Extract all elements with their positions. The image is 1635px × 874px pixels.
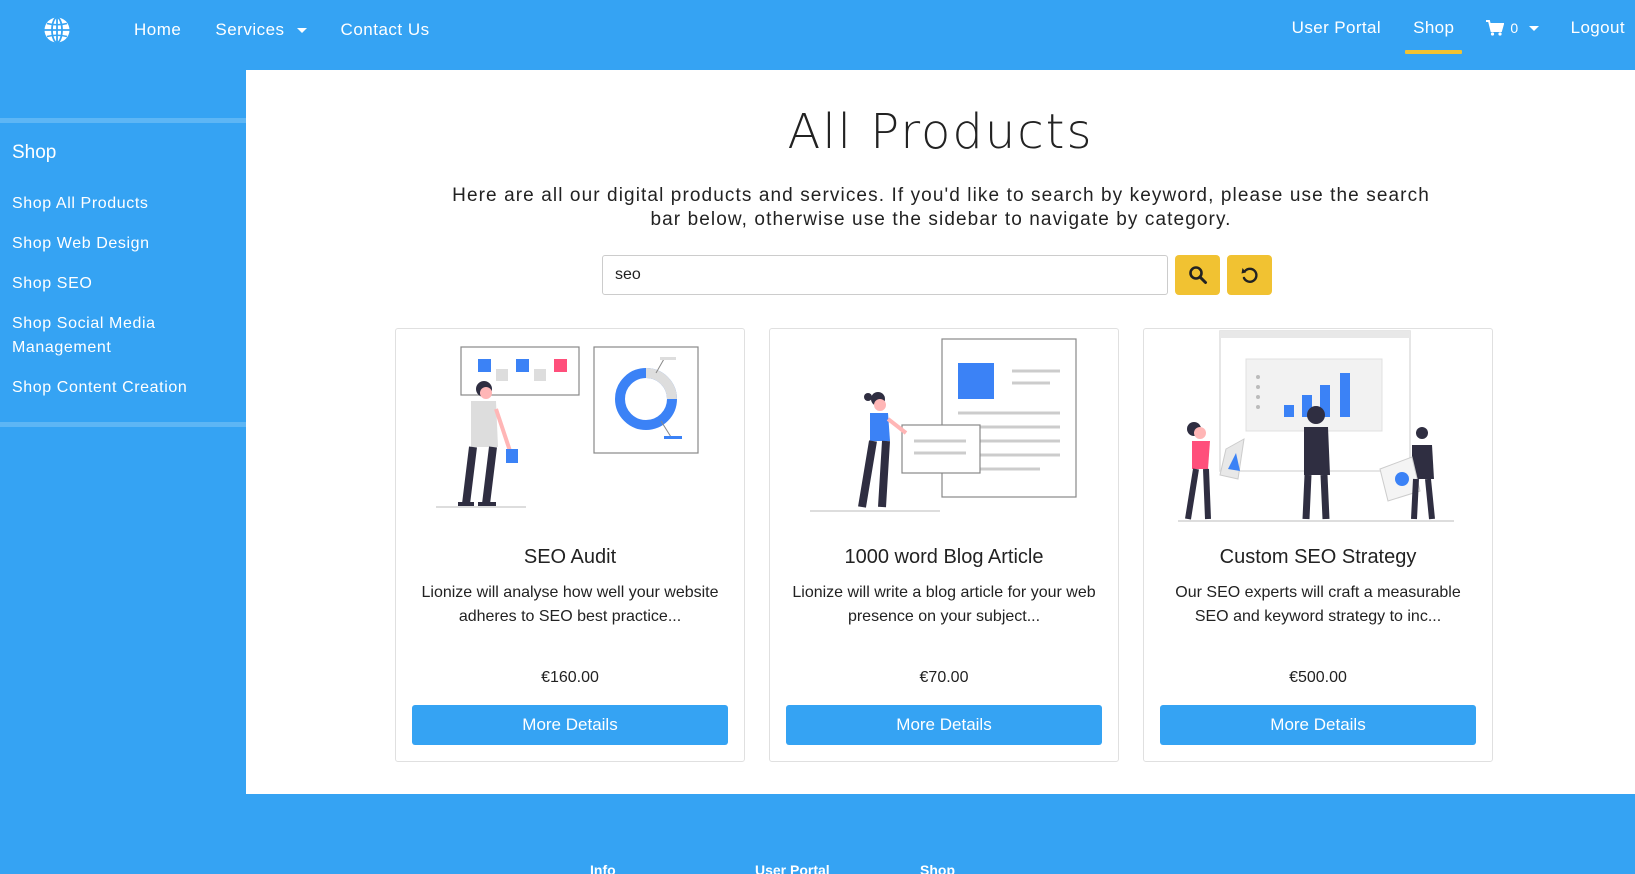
shopping-cart-icon xyxy=(1486,20,1505,36)
nav-services-dropdown[interactable]: Services xyxy=(215,20,307,40)
product-grid: SEO Audit Lionize will analyse how well … xyxy=(395,328,1493,762)
more-details-button[interactable]: More Details xyxy=(1160,705,1476,745)
globe-icon[interactable] xyxy=(42,15,72,45)
blog-article-illustration xyxy=(810,338,1077,512)
product-title: 1000 word Blog Article xyxy=(844,546,1044,568)
nav-home[interactable]: Home xyxy=(134,20,181,40)
seo-strategy-illustration xyxy=(1178,330,1454,522)
nav-contact-label: Contact Us xyxy=(340,20,430,39)
nav-logout[interactable]: Logout xyxy=(1571,18,1625,38)
search-button[interactable] xyxy=(1175,255,1220,295)
reset-button[interactable] xyxy=(1227,255,1272,295)
page-title: All Products xyxy=(787,104,1094,160)
more-details-button[interactable]: More Details xyxy=(412,705,728,745)
caret-down-icon xyxy=(296,27,307,33)
sidebar: Shop Shop All Products Shop Web Design S… xyxy=(0,70,246,794)
footer: Info User Portal Shop xyxy=(0,794,1635,874)
cart-dropdown[interactable]: 0 xyxy=(1486,20,1539,36)
nav-shop[interactable]: Shop xyxy=(1405,18,1463,54)
sidebar-item-seo[interactable]: Shop SEO xyxy=(12,272,232,296)
product-description: Our SEO experts will craft a measurable … xyxy=(1175,584,1461,625)
search-input[interactable] xyxy=(602,255,1168,295)
nav-user-portal-label: User Portal xyxy=(1291,18,1382,37)
search-icon xyxy=(1188,266,1207,284)
sidebar-item-web-design[interactable]: Shop Web Design xyxy=(12,232,232,256)
main-content: All Products Here are all our digital pr… xyxy=(246,70,1635,794)
footer-heading-info: Info xyxy=(590,862,616,874)
nav-logout-label: Logout xyxy=(1570,18,1625,37)
product-description: Lionize will write a blog article for yo… xyxy=(792,584,1096,625)
product-title: SEO Audit xyxy=(523,546,617,568)
sidebar-divider xyxy=(0,118,246,123)
nav-services-label: Services xyxy=(215,20,285,39)
product-card: SEO Audit Lionize will analyse how well … xyxy=(395,328,745,762)
undo-icon xyxy=(1241,267,1258,283)
product-price: €500.00 xyxy=(1289,669,1347,686)
nav-shop-label: Shop xyxy=(1413,18,1455,37)
product-description: Lionize will analyse how well your websi… xyxy=(421,584,719,625)
product-card: Custom SEO Strategy Our SEO experts will… xyxy=(1143,328,1493,762)
more-details-button[interactable]: More Details xyxy=(786,705,1102,745)
sidebar-divider xyxy=(0,422,246,427)
sidebar-item-social-media[interactable]: Shop Social Media Management xyxy=(12,312,232,360)
sidebar-item-content-creation[interactable]: Shop Content Creation xyxy=(12,376,232,400)
sidebar-title: Shop xyxy=(12,142,57,163)
product-price: €160.00 xyxy=(541,669,599,686)
product-card: 1000 word Blog Article Lionize will writ… xyxy=(769,328,1119,762)
nav-home-label: Home xyxy=(134,20,182,39)
intro-text: Here are all our digital products and se… xyxy=(452,185,1430,230)
seo-audit-illustration xyxy=(436,346,699,508)
sidebar-item-all-products[interactable]: Shop All Products xyxy=(12,192,232,216)
nav-contact-us[interactable]: Contact Us xyxy=(341,20,430,40)
nav-user-portal[interactable]: User Portal xyxy=(1292,18,1381,38)
product-title: Custom SEO Strategy xyxy=(1219,546,1417,568)
cart-count: 0 xyxy=(1510,20,1519,36)
caret-down-icon xyxy=(1528,25,1539,31)
footer-heading-shop: Shop xyxy=(920,862,955,874)
sidebar-links: Shop All Products Shop Web Design Shop S… xyxy=(12,192,232,416)
search-bar xyxy=(602,255,1272,295)
product-price: €70.00 xyxy=(919,669,969,686)
footer-heading-user-portal: User Portal xyxy=(755,862,830,874)
top-navbar: Home Services Contact Us User Portal Sho… xyxy=(0,0,1635,70)
